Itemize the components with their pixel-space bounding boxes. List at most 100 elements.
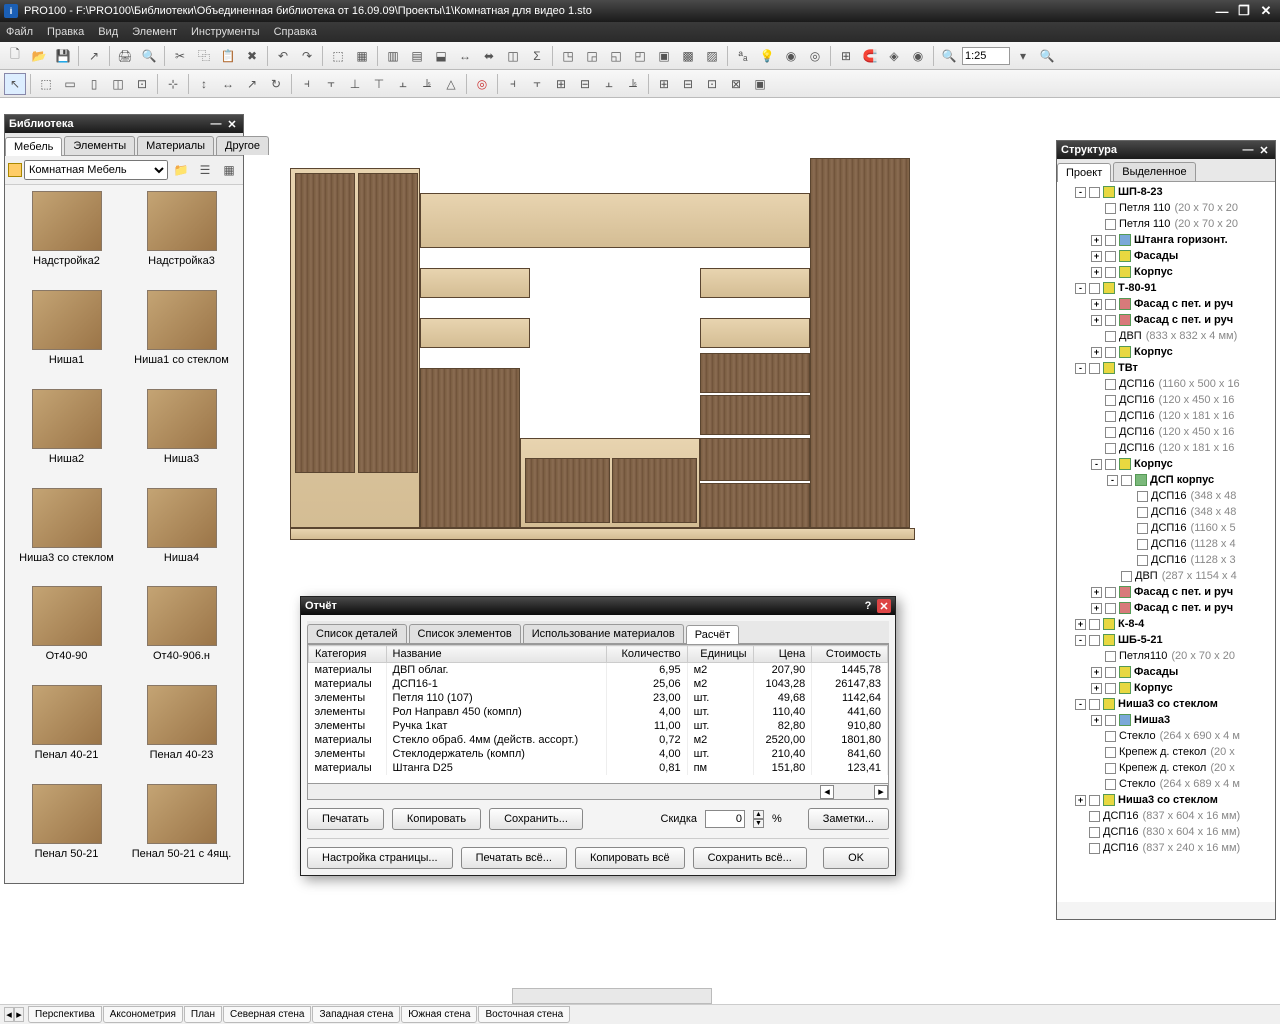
menu-Инструменты[interactable]: Инструменты <box>191 26 260 38</box>
report-tab[interactable]: Список деталей <box>307 624 407 643</box>
tree-node[interactable]: -ШБ-5-21 <box>1059 632 1273 648</box>
view-icon[interactable]: ◱ <box>605 45 627 67</box>
print-button[interactable]: Печатать <box>307 808 384 830</box>
dist-icon[interactable]: ⊞ <box>550 73 572 95</box>
tree-node[interactable]: Петля110(20 x 70 x 20 <box>1059 648 1273 664</box>
grid-view-icon[interactable]: ▦ <box>218 159 240 181</box>
table-row[interactable]: элементыСтеклодержатель (компл)4,00шт.21… <box>309 747 888 761</box>
tree-node[interactable]: -ТВт <box>1059 360 1273 376</box>
tree-node[interactable]: +Фасад с пет. и руч <box>1059 312 1273 328</box>
tree-node[interactable]: +Фасад с пет. и руч <box>1059 584 1273 600</box>
group-icon[interactable]: ⊟ <box>677 73 699 95</box>
notes-button[interactable]: Заметки... <box>808 808 889 830</box>
tree-node[interactable]: +Корпус <box>1059 264 1273 280</box>
tree-node[interactable]: ДВП(833 x 832 x 4 мм) <box>1059 328 1273 344</box>
tree-node[interactable]: +Фасады <box>1059 664 1273 680</box>
library-item[interactable]: От40-906.н <box>126 586 237 681</box>
view-icon[interactable]: ▩ <box>677 45 699 67</box>
zoom-input[interactable] <box>962 47 1010 65</box>
library-item[interactable]: Пенал 40-21 <box>11 685 122 780</box>
tree-node[interactable]: Петля 110(20 x 70 x 20 <box>1059 200 1273 216</box>
tool-icon[interactable]: ⬌ <box>478 45 500 67</box>
pointer-icon[interactable]: ↖ <box>4 73 26 95</box>
save-icon[interactable]: 💾 <box>52 45 74 67</box>
library-item[interactable]: От40-90 <box>11 586 122 681</box>
discount-input[interactable] <box>705 810 745 828</box>
report-table[interactable]: КатегорияНазваниеКоличествоЕдиницыЦенаСт… <box>307 644 889 784</box>
tree-node[interactable]: ДСП16(1160 x 500 x 16 <box>1059 376 1273 392</box>
table-row[interactable]: материалыСтекло обраб. 4мм (действ. ассо… <box>309 733 888 747</box>
tool-icon[interactable]: ⬓ <box>430 45 452 67</box>
tool-icon[interactable]: ▥ <box>382 45 404 67</box>
tool-icon[interactable]: ▤ <box>406 45 428 67</box>
tree-node[interactable]: Стекло(264 x 689 x 4 м <box>1059 776 1273 792</box>
scroll-right-icon[interactable]: ▸ <box>874 785 888 799</box>
library-tab[interactable]: Другое <box>216 136 269 155</box>
table-row[interactable]: материалыДВП облаг.6,95м2207,901445,78 <box>309 663 888 678</box>
tree-node[interactable]: +Фасады <box>1059 248 1273 264</box>
tool-icon[interactable]: ⊡ <box>131 73 153 95</box>
tree-node[interactable]: ДСП16(120 x 450 x 16 <box>1059 424 1273 440</box>
group-icon[interactable]: ⊡ <box>701 73 723 95</box>
library-tab[interactable]: Материалы <box>137 136 214 155</box>
library-item[interactable]: Ниша2 <box>11 389 122 484</box>
tree-node[interactable]: -Т-80-91 <box>1059 280 1273 296</box>
tree-node[interactable]: ДСП16(348 x 48 <box>1059 488 1273 504</box>
tree-node[interactable]: +Фасад с пет. и руч <box>1059 600 1273 616</box>
close-panel-icon[interactable]: ✕ <box>1257 143 1271 157</box>
library-grid[interactable]: Надстройка2Надстройка3Ниша1Ниша1 со стек… <box>5 185 243 885</box>
library-item[interactable]: Ниша1 <box>11 290 122 385</box>
text-icon[interactable]: ªₐ <box>732 45 754 67</box>
report-tab[interactable]: Использование материалов <box>523 624 684 643</box>
library-item[interactable]: Ниша1 со стеклом <box>126 290 237 385</box>
menu-Вид[interactable]: Вид <box>98 26 118 38</box>
spin-down-icon[interactable]: ▼ <box>753 819 764 828</box>
view-icon[interactable]: ▨ <box>701 45 723 67</box>
zoom-out-icon[interactable]: 🔍 <box>938 45 960 67</box>
close-panel-icon[interactable]: ✕ <box>225 117 239 131</box>
tree-node[interactable]: ДСП16(1128 x 4 <box>1059 536 1273 552</box>
view-tab[interactable]: Северная стена <box>223 1006 312 1023</box>
horizontal-scrollbar[interactable] <box>512 988 712 1004</box>
view-tab[interactable]: Восточная стена <box>478 1006 570 1023</box>
view-tab[interactable]: Южная стена <box>401 1006 477 1023</box>
align-icon[interactable]: ⫟ <box>320 73 342 95</box>
target-icon[interactable]: ◎ <box>471 73 493 95</box>
structure-tab[interactable]: Проект <box>1057 163 1111 182</box>
scroll-left-icon[interactable]: ◂ <box>820 785 834 799</box>
structure-tree[interactable]: -ШП-8-23Петля 110(20 x 70 x 20Петля 110(… <box>1057 182 1275 902</box>
tree-node[interactable]: Крепеж д. стекол(20 x <box>1059 744 1273 760</box>
dist-icon[interactable]: ⫞ <box>502 73 524 95</box>
tree-node[interactable]: ДСП16(1160 x 5 <box>1059 520 1273 536</box>
table-row[interactable]: элементыРол Направл 450 (компл)4,00шт.11… <box>309 705 888 719</box>
tool-icon[interactable]: ↔ <box>454 45 476 67</box>
preview-icon[interactable]: 🔍 <box>138 45 160 67</box>
tree-node[interactable]: ДСП16(837 x 604 x 16 мм) <box>1059 808 1273 824</box>
menu-Справка[interactable]: Справка <box>274 26 317 38</box>
light-icon[interactable]: 💡 <box>756 45 778 67</box>
export-icon[interactable]: ↗ <box>83 45 105 67</box>
up-folder-icon[interactable]: 📁 <box>170 159 192 181</box>
library-tab[interactable]: Мебель <box>5 137 62 156</box>
tab-scroll-right-icon[interactable]: ▸ <box>14 1007 24 1022</box>
tool-icon[interactable]: ◉ <box>907 45 929 67</box>
dist-icon[interactable]: ⊟ <box>574 73 596 95</box>
library-item[interactable]: Пенал 40-23 <box>126 685 237 780</box>
list-view-icon[interactable]: ☰ <box>194 159 216 181</box>
tree-node[interactable]: ДВП(287 x 1154 x 4 <box>1059 568 1273 584</box>
report-tab[interactable]: Расчёт <box>686 625 739 644</box>
minimize-panel-icon[interactable]: — <box>1241 143 1255 157</box>
tree-node[interactable]: +Штанга горизонт. <box>1059 232 1273 248</box>
library-item[interactable]: Ниша3 <box>126 389 237 484</box>
tool-icon[interactable]: ↕ <box>193 73 215 95</box>
library-item[interactable]: Пенал 50-21 с 4ящ. <box>126 784 237 879</box>
library-item[interactable]: Надстройка3 <box>126 191 237 286</box>
library-item[interactable]: Надстройка2 <box>11 191 122 286</box>
tree-node[interactable]: Стекло(264 x 690 x 4 м <box>1059 728 1273 744</box>
tree-node[interactable]: ДСП16(830 x 604 x 16 мм) <box>1059 824 1273 840</box>
tree-node[interactable]: +К-8-4 <box>1059 616 1273 632</box>
view-tab[interactable]: Западная стена <box>312 1006 400 1023</box>
align-icon[interactable]: ⫞ <box>296 73 318 95</box>
library-tab[interactable]: Элементы <box>64 136 135 155</box>
redo-icon[interactable]: ↷ <box>296 45 318 67</box>
